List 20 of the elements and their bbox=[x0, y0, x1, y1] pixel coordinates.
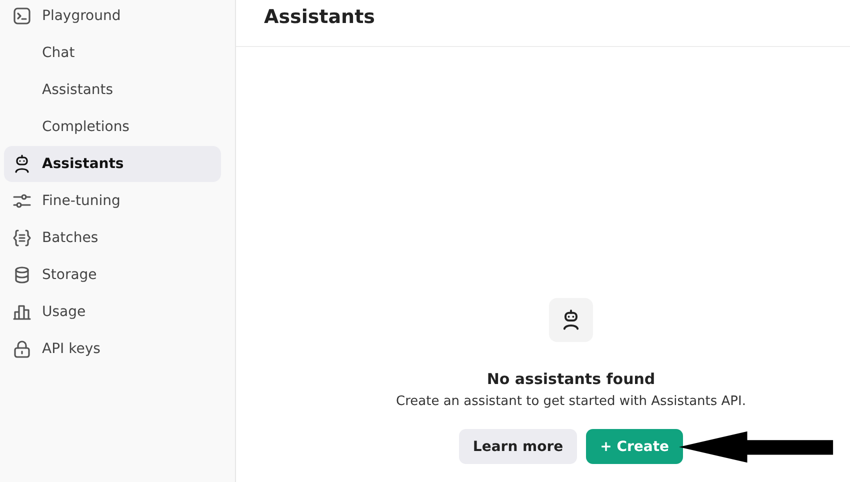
page-title: Assistants bbox=[264, 6, 375, 28]
sidebar-item[interactable]: Storage bbox=[4, 257, 221, 293]
sidebar-item[interactable]: Completions bbox=[4, 109, 221, 145]
robot-icon bbox=[549, 298, 593, 342]
database-icon bbox=[12, 265, 32, 285]
terminal-icon bbox=[12, 6, 32, 26]
sidebar-item[interactable]: Playground bbox=[4, 0, 221, 34]
sidebar-item[interactable]: Batches bbox=[4, 220, 221, 256]
sidebar-item[interactable]: Fine-tuning bbox=[4, 183, 221, 219]
sidebar-item[interactable]: Assistants bbox=[4, 146, 221, 182]
lock-icon bbox=[12, 339, 32, 359]
sidebar-item[interactable]: Chat bbox=[4, 35, 221, 71]
sidebar-item[interactable]: API keys bbox=[4, 331, 221, 367]
learn-more-button[interactable]: Learn more bbox=[458, 429, 578, 464]
braces-icon bbox=[12, 228, 32, 248]
bar-chart-icon bbox=[12, 302, 32, 322]
sidebar-item[interactable]: Usage bbox=[4, 294, 221, 330]
empty-message: Create an assistant to get started with Assistants API. bbox=[396, 394, 746, 409]
empty-title: No assistants found bbox=[486, 370, 656, 388]
sidebar-item[interactable]: Assistants bbox=[4, 72, 221, 108]
